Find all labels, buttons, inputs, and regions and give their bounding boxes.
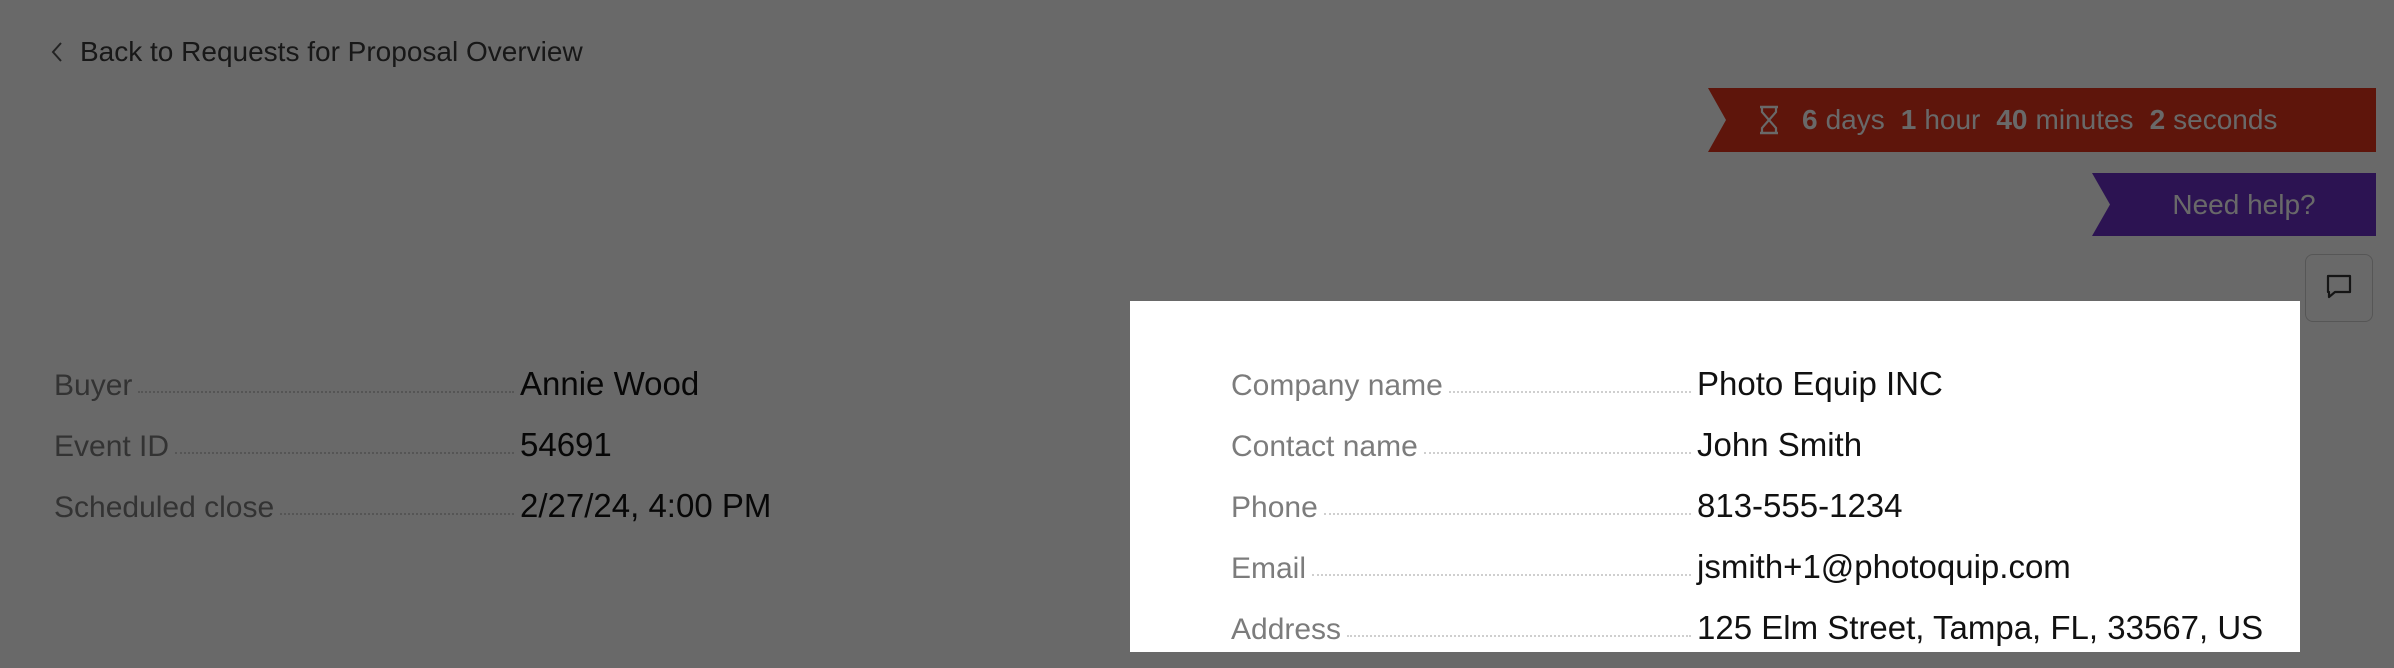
email-label: Email: [1231, 552, 1307, 585]
company-name-label: Company name: [1231, 369, 1443, 402]
event-detail-row: Event ID 54691: [54, 403, 784, 464]
contact-detail-row: Phone 813-555-1234: [1231, 464, 2281, 525]
dotted-leader: [1423, 452, 1691, 454]
address-value: 125 Elm Street, Tampa, FL, 33567, US: [1697, 609, 2264, 646]
contact-details-list: Company name Photo Equip INC Contact nam…: [1231, 342, 2281, 647]
chevron-left-icon: [50, 41, 64, 63]
email-value: jsmith+1@photoquip.com: [1697, 548, 2071, 585]
dotted-leader: [280, 513, 514, 515]
contact-detail-row: Company name Photo Equip INC: [1231, 342, 2281, 403]
chat-icon: [2324, 271, 2354, 306]
chat-button[interactable]: [2305, 254, 2373, 322]
rfp-detail-page: Back to Requests for Proposal Overview 6…: [0, 0, 2394, 668]
dotted-leader: [175, 452, 514, 454]
contact-name-value: John Smith: [1697, 426, 1863, 463]
event-id-label: Event ID: [54, 430, 170, 463]
countdown-seconds: 2 seconds: [2149, 104, 2278, 135]
back-link-label: Back to Requests for Proposal Overview: [80, 36, 583, 67]
scheduled-close-value: 2/27/24, 4:00 PM: [520, 487, 772, 524]
address-label: Address: [1231, 613, 1342, 646]
hourglass-icon: [1758, 105, 1780, 135]
company-name-value: Photo Equip INC: [1697, 365, 1943, 402]
dotted-leader: [1448, 391, 1691, 393]
countdown-minutes: 40 minutes: [1996, 104, 2134, 135]
scheduled-close-label: Scheduled close: [54, 491, 275, 524]
need-help-label: Need help?: [2172, 188, 2316, 220]
phone-value: 813-555-1234: [1697, 487, 1903, 524]
dotted-leader: [138, 391, 514, 393]
event-details-list: Buyer Annie Wood Event ID 54691 Schedule…: [54, 342, 784, 525]
contact-detail-row: Address 125 Elm Street, Tampa, FL, 33567…: [1231, 586, 2281, 647]
countdown-banner: 6 days 1 hour 40 minutes 2 seconds: [1708, 88, 2376, 152]
back-to-overview-link[interactable]: Back to Requests for Proposal Overview: [50, 34, 583, 70]
event-detail-row: Buyer Annie Wood: [54, 342, 784, 403]
countdown-hours: 1 hour: [1900, 104, 1981, 135]
dotted-leader: [1323, 513, 1691, 515]
dotted-leader: [1347, 635, 1691, 637]
dotted-leader: [1312, 574, 1691, 576]
event-detail-row: Scheduled close 2/27/24, 4:00 PM: [54, 464, 784, 525]
countdown-days: 6 days: [1802, 104, 1885, 135]
phone-label: Phone: [1231, 491, 1318, 524]
contact-detail-row: Contact name John Smith: [1231, 403, 2281, 464]
contact-detail-row: Email jsmith+1@photoquip.com: [1231, 525, 2281, 586]
event-id-value: 54691: [520, 426, 612, 463]
buyer-value: Annie Wood: [520, 365, 700, 402]
buyer-label: Buyer: [54, 369, 133, 402]
contact-name-label: Contact name: [1231, 430, 1418, 463]
need-help-button[interactable]: Need help?: [2092, 173, 2376, 236]
